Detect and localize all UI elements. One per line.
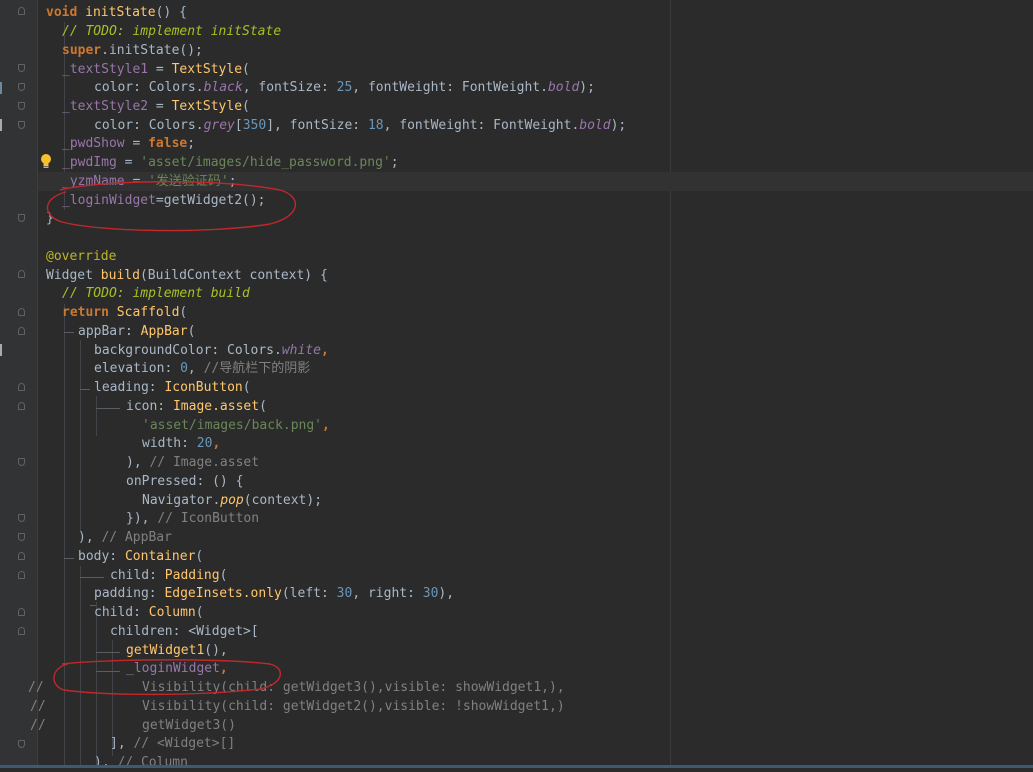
code-line[interactable]: getWidget1(),: [126, 641, 228, 660]
change-marker: [0, 82, 2, 94]
commented-code-line[interactable]: Visibility(child: getWidget2(),visible: …: [142, 697, 565, 716]
code-line[interactable]: return Scaffold(: [62, 303, 187, 322]
fold-marker-icon[interactable]: [18, 270, 25, 278]
commented-code-line[interactable]: getWidget3(): [142, 716, 236, 735]
fold-marker-icon[interactable]: [18, 552, 25, 560]
code-line[interactable]: void initState() {: [46, 3, 187, 22]
right-margin-guide: [670, 0, 671, 768]
code-line[interactable]: elevation: 0, //导航栏下的阴影: [94, 359, 310, 378]
code-line[interactable]: onPressed: () {: [126, 472, 243, 491]
fold-marker-icon[interactable]: [18, 214, 25, 222]
code-line[interactable]: _pwdImg = 'asset/images/hide_password.pn…: [62, 153, 399, 172]
indent-guide: [80, 340, 81, 532]
code-line[interactable]: _loginWidget=getWidget2();: [62, 191, 266, 210]
tree-connector: [64, 332, 74, 333]
code-line[interactable]: color: Colors.grey[350], fontSize: 18, f…: [94, 116, 626, 135]
code-line[interactable]: }), // IconButton: [126, 509, 259, 528]
code-line[interactable]: ), // Column: [94, 753, 188, 772]
annotation-line[interactable]: @override: [46, 247, 116, 266]
fold-marker-icon[interactable]: [18, 571, 25, 579]
code-line[interactable]: backgroundColor: Colors.white,: [94, 341, 329, 360]
fold-marker-icon[interactable]: [18, 308, 25, 316]
fold-marker-icon[interactable]: [18, 514, 25, 522]
code-line[interactable]: 'asset/images/back.png',: [142, 416, 330, 435]
code-line[interactable]: ), // Image.asset: [126, 453, 259, 472]
code-line[interactable]: super.initState();: [62, 41, 203, 60]
code-line-current[interactable]: _yzmName = '发送验证码';: [38, 172, 1033, 191]
code-line[interactable]: _textStyle2 = TextStyle(: [62, 97, 250, 116]
fold-marker-icon[interactable]: [18, 64, 25, 72]
fold-marker-icon[interactable]: [18, 102, 25, 110]
code-line[interactable]: _textStyle1 = TextStyle(: [62, 60, 250, 79]
tree-connector: [80, 577, 104, 578]
code-line[interactable]: Navigator.pop(context);: [142, 491, 322, 510]
fold-marker-icon[interactable]: [18, 402, 25, 410]
code-line[interactable]: ), // AppBar: [78, 528, 172, 547]
todo-comment[interactable]: // TODO: implement initState: [62, 22, 281, 41]
fold-marker-icon[interactable]: [18, 533, 25, 541]
fold-marker-icon[interactable]: [18, 458, 25, 466]
code-line[interactable]: ], // <Widget>[]: [110, 734, 235, 753]
code-line[interactable]: padding: EdgeInsets.only(left: 30, right…: [94, 584, 454, 603]
fold-marker-icon[interactable]: [18, 83, 25, 91]
tree-connector: [96, 408, 120, 409]
change-marker: [0, 344, 2, 356]
tree-connector: [64, 558, 74, 559]
fold-marker-icon[interactable]: [18, 7, 25, 15]
tree-connector: [96, 652, 120, 653]
comment-marker: //: [28, 680, 44, 695]
indent-guide: [80, 566, 81, 768]
fold-marker-icon[interactable]: [18, 383, 25, 391]
code-line[interactable]: width: 20,: [142, 434, 220, 453]
indent-guide: [64, 304, 65, 768]
commented-code-line[interactable]: Visibility(child: getWidget3(),visible: …: [142, 678, 565, 697]
fold-marker-icon[interactable]: [18, 740, 25, 748]
code-line[interactable]: }: [46, 209, 54, 228]
comment-marker: //: [30, 718, 46, 733]
lightbulb-icon[interactable]: [40, 153, 52, 170]
code-line[interactable]: child: Column(: [94, 603, 204, 622]
fold-marker-icon[interactable]: [18, 627, 25, 635]
code-line[interactable]: icon: Image.asset(: [126, 397, 267, 416]
todo-comment[interactable]: // TODO: implement build: [62, 284, 250, 303]
code-line[interactable]: children: <Widget>[: [110, 622, 259, 641]
code-line[interactable]: child: Padding(: [110, 566, 227, 585]
comment-marker: //: [30, 699, 46, 714]
gutter-divider: [37, 0, 38, 768]
indent-guide: [96, 602, 97, 768]
code-line[interactable]: color: Colors.black, fontSize: 25, fontW…: [94, 78, 595, 97]
tree-connector: [96, 671, 120, 672]
fold-marker-icon[interactable]: [18, 121, 25, 129]
indent-guide: [96, 396, 97, 436]
fold-marker-icon[interactable]: [18, 608, 25, 616]
code-line[interactable]: _pwdShow = false;: [62, 134, 195, 153]
fold-marker-icon[interactable]: [18, 327, 25, 335]
code-line[interactable]: appBar: AppBar(: [78, 322, 195, 341]
change-marker: [0, 119, 2, 131]
code-line[interactable]: _loginWidget,: [126, 659, 228, 678]
code-line[interactable]: leading: IconButton(: [94, 378, 251, 397]
code-line[interactable]: body: Container(: [78, 547, 203, 566]
tree-connector: [80, 389, 90, 390]
code-line[interactable]: Widget build(BuildContext context) {: [46, 266, 328, 285]
